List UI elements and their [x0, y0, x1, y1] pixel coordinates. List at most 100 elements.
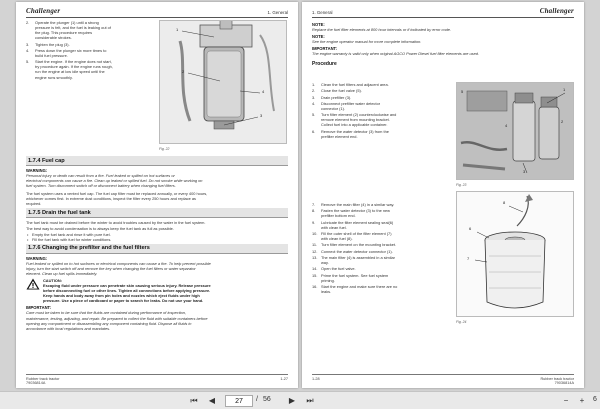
step-item: 13. The main filter (4) is assembled in a…	[312, 255, 450, 265]
step-number: 14.	[312, 266, 318, 272]
step-number: 13.	[312, 254, 318, 260]
previous-page-icon[interactable]: ◀	[206, 395, 218, 407]
step-text-line: Remove the main filter (4) in a similar …	[321, 202, 395, 207]
callout-4: 4	[262, 89, 265, 94]
step-text-line: Close the fuel valve (5).	[321, 88, 362, 94]
engine-filter-illustration	[457, 83, 573, 179]
step-text-line: Clean the fuel filters and adjacent area…	[321, 82, 389, 87]
step-text-line: prefilter element end.	[321, 133, 358, 139]
step-item: 11. Turn filter element on the mounting b…	[312, 242, 450, 247]
page-separator: /	[256, 396, 258, 403]
page-number: 1-28	[312, 377, 320, 381]
step-number: 9.	[312, 219, 316, 225]
figure-23: 1 2 3 4 5	[456, 82, 574, 180]
step-number: 3.	[312, 94, 316, 100]
section-filters-title: 1.7.6 Changing the prefilter and the fue…	[26, 243, 288, 254]
step-number: 11.	[312, 242, 318, 248]
step-text-line: prefilter bottom end.	[321, 213, 356, 219]
section-label: 1. General	[312, 10, 333, 15]
step-text-line: with clean fuel.	[321, 224, 347, 230]
step-number: 6.	[312, 128, 316, 134]
text-line: fuel system. Turn disconnect switch off …	[26, 183, 176, 189]
page-header: Challenger 1. General	[26, 6, 288, 18]
last-page-icon[interactable]: ⏭	[304, 395, 316, 407]
zoom-in-icon[interactable]: +	[576, 395, 588, 407]
step-item: 2. Close the fuel valve (5).	[312, 88, 450, 93]
footer-code: 79036814A	[26, 381, 46, 385]
step-number: 5.	[26, 59, 30, 65]
total-pages: 56	[263, 396, 271, 403]
step-number: 7.	[312, 202, 316, 207]
step-text-line: considerable strokes.	[35, 35, 72, 41]
step-item: 5. Turn filter element (2) counterclockwi…	[312, 112, 450, 127]
page-header: 1. General Challenger	[312, 6, 574, 18]
page-footer: Rubber track tractor 79036814A 1-27	[26, 374, 288, 385]
page-number: 1-27	[280, 377, 288, 381]
step-item: 9. Lubricate the filter element sealing s…	[312, 220, 450, 230]
callout-2: 2	[182, 69, 185, 74]
callout-3: 3	[260, 113, 263, 118]
callout-3: 3	[523, 169, 526, 174]
warning-text-2: Fuel leaked or spilled on to hot surface…	[26, 261, 288, 277]
drain-bullet-2: Fill the fuel tank with fuel for winter …	[26, 237, 288, 242]
caution-block: CAUTION: Escaping fluid under pressure c…	[26, 278, 288, 303]
step-number: 1.	[312, 82, 316, 87]
viewer-toolbar: ⏮ ◀ / 56 ▶ ⏭ − + 6	[0, 391, 600, 409]
step-text-line: Drain prefilter (3).	[321, 94, 352, 100]
step-item: 3. Drain prefilter (3).	[312, 95, 450, 100]
step-number: 3.	[26, 41, 30, 47]
fuel-filter-illustration	[160, 21, 286, 143]
drain-body-1: The fuel tank must be drained before the…	[26, 220, 206, 226]
figure-caption: Fig. 22	[159, 147, 170, 151]
text-line: pressure. Use a piece of cardboard or pa…	[43, 298, 204, 304]
brand-logo: Challenger	[26, 7, 61, 15]
page-footer: 1-28 Rubber track tractor 79036814A	[312, 374, 574, 385]
text-line: accordance with local regulations and ma…	[26, 326, 111, 332]
step-item: 15. Prime the fuel system. See fuel syste…	[312, 273, 450, 283]
step-text-line: Turn filter element on the mounting brac…	[321, 242, 397, 248]
section-label: 1. General	[267, 10, 288, 15]
warning-text: Personal injury or death can result from…	[26, 173, 288, 189]
step-item: 14. Open the fuel valve.	[312, 266, 450, 271]
figure-22: 1 2 3 4	[159, 20, 287, 144]
filter-element-illustration	[474, 194, 546, 309]
step-number: 2.	[312, 88, 316, 94]
step-number: 12.	[312, 248, 318, 254]
figure-caption-2: Fig. 24	[456, 320, 467, 324]
step-number: 2.	[26, 20, 30, 25]
step-item: 8. Fasten the water detector (3) to the n…	[312, 208, 450, 218]
step-number: 5.	[312, 112, 316, 118]
callout-7: 7	[467, 256, 470, 261]
step-text-line: Open the fuel valve.	[321, 266, 356, 272]
step-item: 2. Operate the plunger (1) until a strong…	[26, 20, 156, 40]
step-item: 4. Press down the plunger six more times …	[26, 48, 156, 58]
note-text-2: See the engine operator manual for more …	[312, 39, 422, 45]
note-text: Replace the fuel filter elements at 800 …	[312, 27, 452, 32]
procedure-steps-b: 7. Remove the main filter (4) in a simila…	[312, 202, 450, 295]
callout-1: 1	[176, 27, 179, 32]
zoom-out-icon[interactable]: −	[560, 395, 572, 407]
step-item: 5. Start the engine. If the engine does n…	[26, 59, 156, 79]
step-item: 1. Clean the fuel filters and adjacent ar…	[312, 82, 450, 87]
callout-8: 8	[503, 200, 506, 205]
callout-5: 5	[461, 89, 464, 94]
figure-24: 6 7 8	[456, 191, 574, 317]
step-number: 8.	[312, 208, 316, 214]
step-item: 12. Connect the water detector connector …	[312, 249, 450, 254]
step-number: 10.	[312, 231, 318, 237]
text-line: element. Clean up fuel spills immediatel…	[26, 271, 98, 277]
fuel-cap-body: The fuel system uses a vented fuel cap. …	[26, 191, 288, 207]
page-right: 1. General Challenger NOTE: Replace the …	[302, 2, 584, 388]
step-number: 16.	[312, 284, 318, 289]
first-page-icon[interactable]: ⏮	[188, 395, 200, 407]
important-text: Care must be taken to be sure that the f…	[26, 310, 288, 331]
next-page-icon[interactable]: ▶	[286, 395, 298, 407]
important-text: The engine warranty is valid only when o…	[312, 51, 480, 57]
page-number-input[interactable]	[225, 395, 253, 407]
step-item: 3. Tighten the plug (3).	[26, 42, 156, 47]
step-item: 16. Start the engine and make sure there …	[312, 284, 450, 294]
callout-6: 6	[469, 226, 472, 231]
caution-text: Escaping fluid under pressure can penetr…	[43, 283, 211, 303]
step-item: 7. Remove the main filter (4) in a simila…	[312, 202, 450, 207]
step-text-line: priming.	[321, 277, 335, 283]
